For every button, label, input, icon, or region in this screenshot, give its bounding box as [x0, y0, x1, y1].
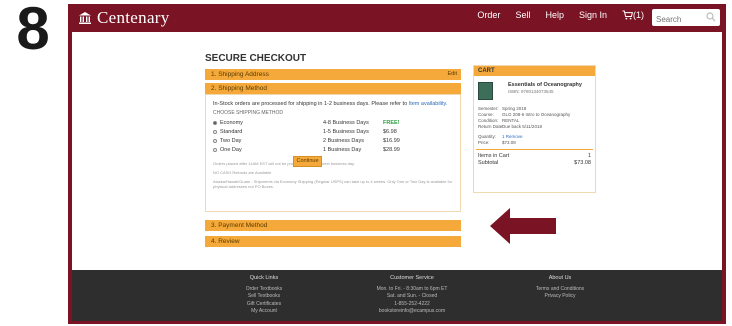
item-availability-link[interactable]: Item availability. [409, 101, 448, 107]
shipping-option-two-day[interactable]: Two Day 2 Business Days $16.99 [213, 138, 453, 146]
search-input[interactable] [652, 11, 710, 28]
meta-price: Price: $73.08 [478, 140, 516, 145]
page-content: SECURE CHECKOUT 1. Shipping Address Edit… [72, 32, 722, 270]
nav-links: Order Sell Help Sign In (1) [462, 10, 644, 20]
footer-link[interactable]: Privacy Policy [510, 293, 610, 301]
cutoff-note: Orders placed after 11AM EST will not be… [213, 161, 355, 166]
nav-sign-in[interactable]: Sign In [579, 10, 607, 20]
alaska-note: Alaska/Hawaii/Guam - Shipments via Econo… [213, 179, 453, 189]
meta-quantity: Quantity: 1 Remove [478, 134, 523, 139]
continue-button[interactable]: Continue [293, 156, 322, 167]
nav-order[interactable]: Order [477, 10, 500, 20]
cart-button[interactable]: (1) [622, 10, 644, 20]
shipping-option-one-day[interactable]: One Day 1 Business Day $28.99 [213, 147, 453, 155]
shipping-method-panel: In-Stock orders are processed for shippi… [205, 94, 461, 212]
step-payment-method: 3. Payment Method [205, 220, 461, 231]
footer-about: About Us Terms and Conditions Privacy Po… [510, 275, 610, 301]
step-label: 2. Shipping Method [211, 85, 268, 92]
search-icon[interactable] [706, 12, 716, 22]
refund-note: NO CASH Refunds are Available [213, 170, 272, 175]
subtotal-row: Subtotal $73.08 [478, 160, 591, 166]
search-box[interactable] [652, 9, 720, 28]
meta-semester: Semester: Spring 2018 [478, 106, 527, 111]
cart-title: CART [474, 66, 595, 76]
footer-link[interactable]: Sell Textbooks [214, 293, 314, 301]
choose-shipping-label: CHOOSE SHIPPING METHOD [213, 110, 284, 116]
radio-selected[interactable] [213, 120, 217, 125]
radio-button[interactable] [213, 138, 217, 143]
nav-sell[interactable]: Sell [515, 10, 530, 20]
step-label: 3. Payment Method [211, 222, 268, 229]
shipping-option-standard[interactable]: Standard 1-5 Business Days $6.98 [213, 129, 453, 137]
step-label: 1. Shipping Address [211, 71, 269, 78]
step-shipping-method: 2. Shipping Method [205, 83, 461, 94]
radio-button[interactable] [213, 147, 217, 152]
processing-info: In-Stock orders are processed for shippi… [213, 101, 448, 107]
radio-button[interactable] [213, 129, 217, 134]
meta-course: Course: GLG 208-6 Intro to Oceanography [478, 112, 571, 117]
book-isbn: ISBN: 9780134073545 [508, 89, 554, 94]
cart-count: (1) [633, 10, 644, 20]
pointer-arrow-icon [485, 201, 560, 251]
step-label: 4. Review [211, 238, 240, 245]
building-icon [79, 12, 91, 24]
shipping-option-economy[interactable]: Economy 4-8 Business Days FREE! [213, 120, 453, 128]
logo[interactable]: Centenary [78, 8, 170, 28]
nav-help[interactable]: Help [545, 10, 564, 20]
meta-condition: Condition: RENTAL [478, 118, 520, 123]
footer-link[interactable]: Gift Certificates [214, 301, 314, 309]
cart-icon [622, 10, 633, 20]
top-nav: Centenary Order Sell Help Sign In (1) [68, 4, 726, 32]
footer-link[interactable]: Terms and Conditions [510, 286, 610, 294]
site-footer: Quick Links Order Textbooks Sell Textboo… [72, 270, 722, 321]
footer-link[interactable]: Order Textbooks [214, 286, 314, 294]
book-cover-image [478, 82, 493, 100]
logo-text: Centenary [97, 8, 170, 27]
page-title: SECURE CHECKOUT [205, 53, 307, 64]
footer-email[interactable]: bookstoreinfo@ecampus.com [354, 308, 470, 316]
footer-phone[interactable]: 1-855-252-4222 [354, 301, 470, 309]
book-title[interactable]: Essentials of Oceanography [508, 82, 582, 88]
items-in-cart-row: Items in Cart 1 [478, 153, 591, 159]
cart-panel: CART Essentials of Oceanography ISBN: 97… [473, 65, 596, 193]
edit-link[interactable]: Edit [448, 69, 457, 80]
step-number: 8 [16, 0, 50, 62]
footer-link[interactable]: My Account [214, 308, 314, 316]
step-review: 4. Review [205, 236, 461, 247]
cart-divider [476, 149, 593, 150]
remove-link[interactable]: 1 Remove [502, 134, 523, 139]
footer-quick-links: Quick Links Order Textbooks Sell Textboo… [214, 275, 314, 316]
browser-frame: Centenary Order Sell Help Sign In (1) Se… [68, 4, 726, 324]
step-shipping-address[interactable]: 1. Shipping Address Edit [205, 69, 461, 80]
meta-return-date: Return Date:Due back 5/11/2018 [478, 124, 542, 129]
footer-customer-service: Customer Service Mon. to Fri. - 8:30am t… [354, 275, 470, 316]
